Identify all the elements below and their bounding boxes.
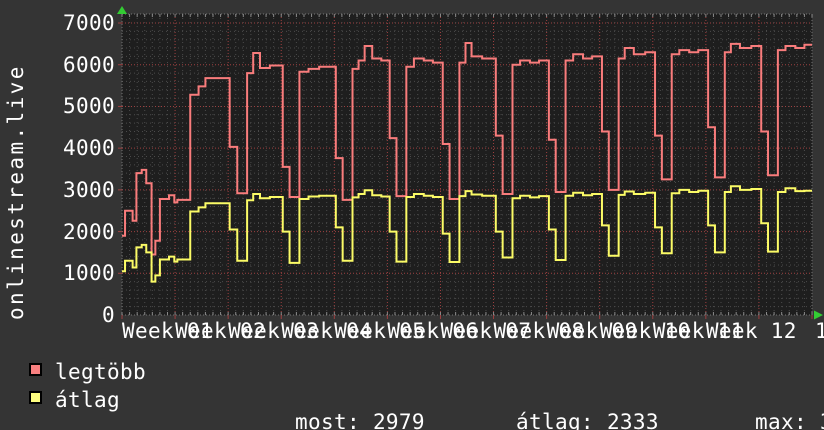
y-axis-tick-label: 5000 (63, 94, 115, 119)
x-axis-partial-label: 1 (815, 319, 824, 343)
legend-swatch-legtobb (29, 363, 42, 376)
y-axis-tick-label: 7000 (63, 11, 115, 35)
stat-atlag-value: 2333 (606, 410, 659, 430)
x-axis-week-label: Week 12 (705, 319, 797, 343)
plot-area (117, 6, 823, 320)
y-axis-tick-label: 2000 (63, 219, 115, 244)
y-axis-tick-label: 6000 (63, 52, 115, 77)
stat-most: most: 2979 (217, 389, 425, 430)
legend-label-atlag: átlag (55, 388, 120, 412)
stat-atlag: átlag: 2333 (438, 389, 659, 430)
stat-max: max: 3088 (677, 389, 824, 430)
y-axis-tick-label: 0 (102, 303, 115, 327)
y-axis-tick-label: 4000 (63, 136, 115, 161)
stat-atlag-label: átlag: (515, 410, 594, 430)
stat-max-label: max: (754, 410, 807, 430)
legend-swatch-atlag (29, 391, 42, 404)
stat-most-label: most: (294, 410, 360, 430)
legend-label-legtobb: legtöbb (55, 360, 146, 384)
stat-most-value: 2979 (372, 410, 425, 430)
y-axis-tick-label: 3000 (63, 177, 115, 202)
stat-max-value: 3088 (820, 410, 824, 430)
y-axis-tick-label: 1000 (63, 261, 115, 286)
munin-rrd-graph: onlinestream.live 0 1000 2000 3000 4000 5000 6… (0, 0, 824, 430)
